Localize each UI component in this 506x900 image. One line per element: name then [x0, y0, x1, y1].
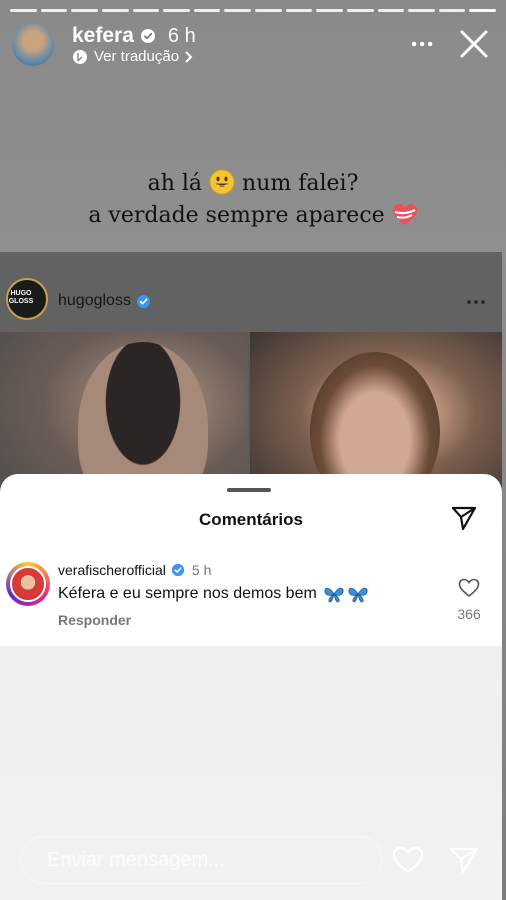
comment-time: 5 h	[191, 562, 212, 578]
progress-segment	[101, 9, 129, 12]
avatar	[10, 566, 46, 602]
more-options-icon[interactable]	[410, 36, 434, 52]
comment-text: Kéfera e eu sempre nos demos bem	[58, 585, 317, 602]
like-count: 366	[457, 606, 481, 622]
message-placeholder: Enviar mensagem...	[47, 849, 225, 871]
caption-line-1: ah lá num falei?	[0, 168, 506, 200]
progress-segment	[377, 9, 405, 12]
progress-segment	[10, 9, 37, 12]
story-username[interactable]: kefera	[72, 24, 134, 48]
progress-segment	[346, 9, 374, 12]
comment-text-row: Kéfera e eu sempre nos demos bem	[58, 584, 371, 604]
caption-text: num falei?	[242, 171, 359, 196]
progress-segment	[40, 9, 68, 12]
verified-badge-icon	[140, 29, 155, 43]
heart-with-ribbon-emoji-icon	[392, 204, 417, 225]
smiley-emoji-icon	[209, 169, 235, 195]
like-heart-icon[interactable]	[458, 578, 480, 598]
progress-segment	[255, 9, 282, 12]
translate-icon	[73, 49, 87, 64]
progress-segment-current	[469, 9, 496, 12]
post-header: HUGO GLOSS hugogloss	[0, 252, 502, 332]
progress-segment	[71, 9, 98, 12]
caption-text: a verdade sempre aparece	[88, 203, 385, 228]
story-time: 6 h	[167, 24, 196, 47]
story-username-row[interactable]: kefera 6 h	[72, 24, 196, 48]
hugogloss-logo: HUGO GLOSS	[8, 290, 34, 305]
comment-username[interactable]: verafischerofficial	[58, 562, 166, 578]
share-send-icon[interactable]	[450, 504, 478, 532]
embedded-post[interactable]: HUGO GLOSS hugogloss	[0, 252, 502, 512]
heart-icon[interactable]	[392, 846, 424, 874]
caption-line-2: a verdade sempre aparece	[0, 200, 506, 232]
verified-badge-icon	[136, 294, 151, 308]
see-translation-label[interactable]: Ver tradução	[94, 48, 179, 65]
post-more-options-icon[interactable]	[466, 298, 486, 306]
comment-header[interactable]: verafischerofficial 5 h	[58, 562, 211, 578]
progress-segment	[438, 9, 466, 12]
send-message-input[interactable]: Enviar mensagem...	[20, 836, 382, 884]
story-progress-bar	[10, 9, 496, 12]
progress-segment	[163, 9, 190, 12]
reply-button[interactable]: Responder	[58, 612, 131, 628]
post-username-row[interactable]: hugogloss	[58, 292, 151, 310]
chevron-right-icon	[185, 50, 193, 63]
butterfly-emoji-icon	[324, 587, 368, 603]
sheet-drag-handle[interactable]	[227, 488, 271, 492]
verified-badge-icon	[171, 563, 185, 577]
progress-segment	[193, 9, 221, 12]
send-icon[interactable]	[448, 846, 480, 874]
story-user-avatar[interactable]	[12, 24, 54, 66]
progress-segment	[132, 9, 160, 12]
progress-segment	[316, 9, 343, 12]
caption-text: ah lá	[147, 171, 203, 196]
close-icon[interactable]	[458, 28, 490, 60]
progress-segment	[408, 9, 435, 12]
commenter-avatar[interactable]	[6, 562, 50, 606]
progress-segment	[224, 9, 251, 12]
comments-title: Comentários	[199, 510, 303, 529]
progress-segment	[285, 9, 313, 12]
see-translation-link[interactable]: Ver tradução	[72, 48, 193, 65]
story-caption: ah lá num falei? a verdade sempre aparec…	[0, 168, 506, 232]
post-username[interactable]: hugogloss	[58, 292, 131, 310]
